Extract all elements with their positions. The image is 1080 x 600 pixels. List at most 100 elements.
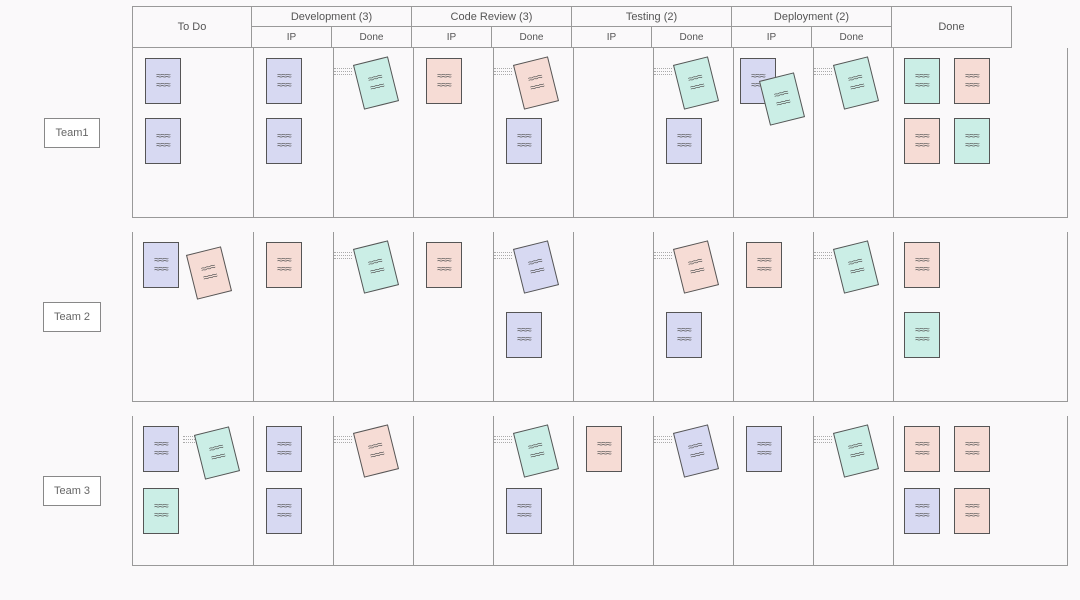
kanban-card[interactable]: ≈≈≈ ≈≈≈ [353, 240, 399, 293]
kanban-card[interactable]: ≈≈≈ ≈≈≈ [266, 118, 302, 164]
kanban-card[interactable]: ≈≈≈ ≈≈≈ [266, 242, 302, 288]
card-text-icon: ≈≈≈ ≈≈≈ [915, 132, 928, 150]
cell-team3-cr-ip [413, 416, 493, 565]
card-text-icon: ≈≈≈ ≈≈≈ [154, 440, 167, 458]
kanban-card[interactable]: ≈≈≈ ≈≈≈ [746, 242, 782, 288]
kanban-card[interactable]: ≈≈≈ ≈≈≈ [426, 58, 462, 104]
kanban-card[interactable]: ≈≈≈ ≈≈≈ [143, 426, 179, 472]
motion-trail [814, 66, 832, 80]
cell-team3-test-done: ≈≈≈ ≈≈≈ [653, 416, 733, 565]
swimlane-label-team2: Team 2 [43, 302, 101, 332]
cell-team2-done: ≈≈≈ ≈≈≈ ≈≈≈ ≈≈≈ [893, 232, 1013, 401]
kanban-card[interactable]: ≈≈≈ ≈≈≈ [586, 426, 622, 472]
kanban-card[interactable]: ≈≈≈ ≈≈≈ [666, 118, 702, 164]
kanban-card[interactable]: ≈≈≈ ≈≈≈ [673, 424, 719, 477]
cell-team1-todo: ≈≈≈ ≈≈≈ ≈≈≈ ≈≈≈ [133, 48, 253, 217]
kanban-card[interactable]: ≈≈≈ ≈≈≈ [145, 58, 181, 104]
motion-trail [654, 66, 672, 80]
cell-team3-cr-done: ≈≈≈ ≈≈≈ ≈≈≈ ≈≈≈ [493, 416, 573, 565]
card-text-icon: ≈≈≈ ≈≈≈ [677, 132, 690, 150]
column-header-label: Testing (2) [572, 7, 731, 27]
kanban-card[interactable]: ≈≈≈ ≈≈≈ [513, 240, 559, 293]
kanban-card[interactable]: ≈≈≈ ≈≈≈ [266, 58, 302, 104]
card-text-icon: ≈≈≈ ≈≈≈ [847, 73, 864, 94]
cell-team1-cr-done: ≈≈≈ ≈≈≈ ≈≈≈ ≈≈≈ [493, 48, 573, 217]
card-text-icon: ≈≈≈ ≈≈≈ [437, 72, 450, 90]
motion-trail [494, 434, 512, 448]
swimlane-team2: ≈≈≈ ≈≈≈≈≈≈ ≈≈≈≈≈≈ ≈≈≈≈≈≈ ≈≈≈≈≈≈ ≈≈≈≈≈≈ ≈… [132, 232, 1068, 402]
cell-team1-done: ≈≈≈ ≈≈≈ ≈≈≈ ≈≈≈ ≈≈≈ ≈≈≈ ≈≈≈ ≈≈≈ [893, 48, 1013, 217]
kanban-card[interactable]: ≈≈≈ ≈≈≈ [266, 488, 302, 534]
cell-team2-dev-ip: ≈≈≈ ≈≈≈ [253, 232, 333, 401]
kanban-card[interactable]: ≈≈≈ ≈≈≈ [353, 56, 399, 109]
cell-team3-test-ip: ≈≈≈ ≈≈≈ [573, 416, 653, 565]
cell-team3-dep-ip: ≈≈≈ ≈≈≈ [733, 416, 813, 565]
kanban-card[interactable]: ≈≈≈ ≈≈≈ [904, 58, 940, 104]
kanban-card[interactable]: ≈≈≈ ≈≈≈ [513, 424, 559, 477]
motion-trail [654, 250, 672, 264]
card-text-icon: ≈≈≈ ≈≈≈ [915, 72, 928, 90]
column-header-label: Deployment (2) [732, 7, 891, 27]
kanban-card[interactable]: ≈≈≈ ≈≈≈ [833, 56, 879, 109]
kanban-card[interactable]: ≈≈≈ ≈≈≈ [746, 426, 782, 472]
kanban-card[interactable]: ≈≈≈ ≈≈≈ [833, 240, 879, 293]
kanban-card[interactable]: ≈≈≈ ≈≈≈ [904, 118, 940, 164]
card-text-icon: ≈≈≈ ≈≈≈ [847, 441, 864, 462]
cell-team2-cr-ip: ≈≈≈ ≈≈≈ [413, 232, 493, 401]
swimlane-labels: Team1Team 2Team 3 [12, 6, 132, 580]
motion-trail [814, 250, 832, 264]
kanban-card[interactable]: ≈≈≈ ≈≈≈ [143, 488, 179, 534]
grid: To DoDevelopment (3)IPDoneCode Review (3… [132, 6, 1068, 580]
card-text-icon: ≈≈≈ ≈≈≈ [965, 72, 978, 90]
kanban-card[interactable]: ≈≈≈ ≈≈≈ [904, 312, 940, 358]
card-text-icon: ≈≈≈ ≈≈≈ [367, 73, 384, 94]
kanban-card[interactable]: ≈≈≈ ≈≈≈ [759, 72, 805, 125]
kanban-card[interactable]: ≈≈≈ ≈≈≈ [954, 118, 990, 164]
board: Team1Team 2Team 3 To DoDevelopment (3)IP… [12, 6, 1068, 580]
kanban-card[interactable]: ≈≈≈ ≈≈≈ [673, 240, 719, 293]
kanban-card[interactable]: ≈≈≈ ≈≈≈ [143, 242, 179, 288]
kanban-card[interactable]: ≈≈≈ ≈≈≈ [194, 426, 240, 479]
subcolumn-header-ip: IP [412, 27, 491, 47]
motion-trail [814, 434, 832, 448]
subcolumn-header-done: Done [811, 27, 891, 47]
kanban-card[interactable]: ≈≈≈ ≈≈≈ [266, 426, 302, 472]
card-text-icon: ≈≈≈ ≈≈≈ [915, 502, 928, 520]
card-text-icon: ≈≈≈ ≈≈≈ [773, 89, 790, 110]
cell-team1-dev-done: ≈≈≈ ≈≈≈ [333, 48, 413, 217]
kanban-card[interactable]: ≈≈≈ ≈≈≈ [904, 242, 940, 288]
kanban-card[interactable]: ≈≈≈ ≈≈≈ [186, 246, 232, 299]
subcolumn-header-done: Done [331, 27, 411, 47]
kanban-card[interactable]: ≈≈≈ ≈≈≈ [904, 426, 940, 472]
kanban-card[interactable]: ≈≈≈ ≈≈≈ [673, 56, 719, 109]
kanban-card[interactable]: ≈≈≈ ≈≈≈ [506, 488, 542, 534]
cell-team2-dev-done: ≈≈≈ ≈≈≈ [333, 232, 413, 401]
kanban-card[interactable]: ≈≈≈ ≈≈≈ [904, 488, 940, 534]
kanban-card[interactable]: ≈≈≈ ≈≈≈ [353, 424, 399, 477]
card-text-icon: ≈≈≈ ≈≈≈ [200, 263, 217, 284]
kanban-card[interactable]: ≈≈≈ ≈≈≈ [426, 242, 462, 288]
lanes: ≈≈≈ ≈≈≈≈≈≈ ≈≈≈≈≈≈ ≈≈≈≈≈≈ ≈≈≈≈≈≈ ≈≈≈≈≈≈ ≈… [132, 48, 1068, 580]
kanban-card[interactable]: ≈≈≈ ≈≈≈ [506, 118, 542, 164]
card-text-icon: ≈≈≈ ≈≈≈ [965, 502, 978, 520]
card-text-icon: ≈≈≈ ≈≈≈ [277, 440, 290, 458]
kanban-card[interactable]: ≈≈≈ ≈≈≈ [833, 424, 879, 477]
column-header-label: To Do [133, 7, 251, 47]
card-text-icon: ≈≈≈ ≈≈≈ [517, 326, 530, 344]
column-header-todo: To Do [132, 6, 252, 48]
cell-team3-done: ≈≈≈ ≈≈≈ ≈≈≈ ≈≈≈ ≈≈≈ ≈≈≈ ≈≈≈ ≈≈≈ [893, 416, 1013, 565]
motion-trail [334, 66, 352, 80]
kanban-card[interactable]: ≈≈≈ ≈≈≈ [954, 58, 990, 104]
column-header-label: Done [892, 7, 1011, 47]
kanban-card[interactable]: ≈≈≈ ≈≈≈ [513, 56, 559, 109]
kanban-card[interactable]: ≈≈≈ ≈≈≈ [666, 312, 702, 358]
card-text-icon: ≈≈≈ ≈≈≈ [915, 256, 928, 274]
card-text-icon: ≈≈≈ ≈≈≈ [757, 440, 770, 458]
kanban-card[interactable]: ≈≈≈ ≈≈≈ [954, 426, 990, 472]
kanban-card[interactable]: ≈≈≈ ≈≈≈ [506, 312, 542, 358]
cell-team2-todo: ≈≈≈ ≈≈≈ ≈≈≈ ≈≈≈ [133, 232, 253, 401]
cell-team2-test-ip [573, 232, 653, 401]
kanban-card[interactable]: ≈≈≈ ≈≈≈ [954, 488, 990, 534]
cell-team2-test-done: ≈≈≈ ≈≈≈ ≈≈≈ ≈≈≈ [653, 232, 733, 401]
kanban-card[interactable]: ≈≈≈ ≈≈≈ [145, 118, 181, 164]
